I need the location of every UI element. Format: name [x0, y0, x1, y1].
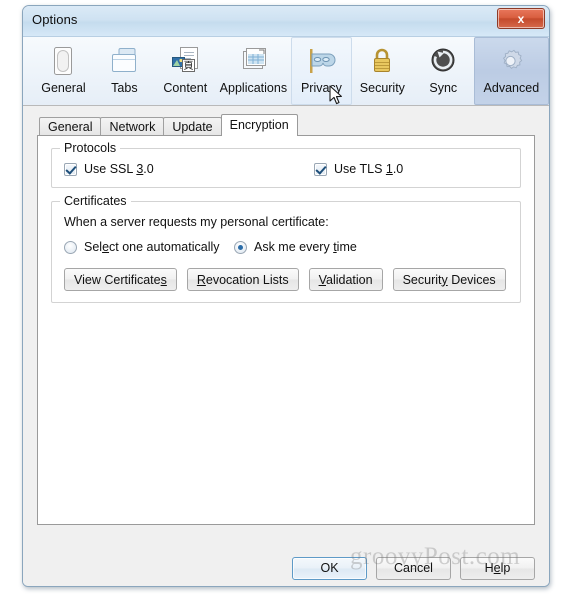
- use-tls-label-suffix: .0: [392, 162, 404, 176]
- btn3-suffix: Devices: [447, 272, 496, 287]
- tabs-icon: [109, 43, 139, 79]
- help-prefix: H: [484, 561, 494, 575]
- security-devices-button[interactable]: Security Devices: [392, 268, 506, 291]
- gear-icon: [495, 43, 527, 79]
- tab-update[interactable]: Update: [163, 117, 222, 135]
- use-ssl-label: Use SSL 3.0: [84, 162, 154, 176]
- btn2-suffix: alidation: [326, 272, 373, 287]
- privacy-mask-icon: [305, 43, 337, 79]
- btn3-prefix: Securit: [402, 272, 442, 287]
- tab-encryption[interactable]: Encryption: [220, 114, 298, 136]
- revocation-lists-button[interactable]: Revocation Lists: [186, 268, 299, 291]
- btn1-suffix: evocation Lists: [205, 272, 289, 287]
- sync-icon: [428, 43, 458, 79]
- toolbar-item-label: Advanced: [483, 81, 540, 95]
- window-title: Options: [32, 12, 78, 27]
- toolbar-item-label: Privacy: [300, 81, 342, 95]
- btn2-accel: V: [318, 272, 326, 287]
- protocols-legend: Protocols: [60, 141, 121, 155]
- use-tls-checkbox[interactable]: Use TLS 1.0: [314, 162, 403, 176]
- toolbar-item-label: Security: [359, 81, 405, 95]
- radio-dot: [234, 240, 247, 254]
- ok-button[interactable]: OK: [292, 556, 367, 580]
- use-ssl-label-suffix: .0: [143, 162, 154, 176]
- btn0-accel: s: [160, 272, 167, 287]
- toolbar-item-label: General: [41, 81, 86, 95]
- help-suffix: lp: [500, 561, 511, 575]
- btn1-accel: R: [196, 272, 206, 287]
- validation-button[interactable]: Validation: [308, 268, 383, 291]
- toolbar-item-general[interactable]: General: [33, 37, 94, 105]
- btn0-prefix: View Certificate: [74, 272, 161, 287]
- toolbar-item-label: Tabs: [111, 81, 138, 95]
- encryption-tabstrip: General Network Update Encryption: [37, 114, 535, 136]
- options-toolbar: General Tabs 頁 Content Applications Priv…: [23, 37, 549, 106]
- radio0-prefix: Sel: [84, 240, 103, 254]
- options-window: Options x General Tabs 頁 Content Applica…: [22, 5, 550, 587]
- radio0-suffix: ct one automatically: [109, 240, 220, 254]
- window-titlebar: Options x: [23, 6, 549, 37]
- use-tls-accel: 1: [385, 162, 393, 176]
- use-ssl-checkbox[interactable]: Use SSL 3.0: [64, 162, 314, 176]
- help-accel: e: [493, 561, 501, 575]
- radio0-accel: e: [102, 240, 110, 254]
- general-icon: [50, 43, 76, 79]
- radio1-prefix: Ask me every: [254, 240, 334, 254]
- help-button[interactable]: Help: [460, 556, 535, 580]
- certificates-group: Certificates When a server requests my p…: [51, 194, 521, 303]
- encryption-panel: Protocols Use SSL 3.0 Use TLS 1.0 Certif…: [37, 135, 535, 525]
- radio1-suffix: ime: [336, 240, 357, 254]
- protocols-group: Protocols Use SSL 3.0 Use TLS 1.0: [51, 141, 521, 188]
- dialog-footer: OK Cancel Help: [23, 549, 549, 586]
- content-icon: 頁: [169, 43, 201, 79]
- tab-network[interactable]: Network: [100, 117, 165, 135]
- applications-icon: [237, 43, 269, 79]
- protocols-row: Use SSL 3.0 Use TLS 1.0: [64, 162, 508, 176]
- certificates-legend: Certificates: [60, 194, 131, 208]
- toolbar-item-label: Sync: [429, 81, 458, 95]
- options-body: General Network Update Encryption Protoc…: [23, 106, 549, 549]
- toolbar-item-content[interactable]: 頁 Content: [155, 37, 216, 105]
- checkbox-box: [64, 162, 77, 176]
- use-tls-label-prefix: Use TLS: [334, 162, 386, 176]
- svg-text:頁: 頁: [184, 60, 194, 72]
- radio-select-automatically[interactable]: Select one automatically: [64, 240, 234, 254]
- padlock-icon: [368, 43, 396, 79]
- certificate-buttons-row: View Certificates Revocation Lists Valid…: [64, 268, 508, 291]
- radio-ask-every-time-label: Ask me every time: [254, 240, 357, 254]
- certificate-prompt: When a server requests my personal certi…: [64, 215, 329, 229]
- radio-ask-every-time[interactable]: Ask me every time: [234, 240, 357, 254]
- checkbox-box: [314, 162, 327, 176]
- use-tls-label: Use TLS 1.0: [334, 162, 403, 176]
- toolbar-item-applications[interactable]: Applications: [216, 37, 291, 105]
- certificate-radio-row: Select one automatically Ask me every ti…: [64, 240, 508, 254]
- toolbar-item-security[interactable]: Security: [352, 37, 413, 105]
- screenshot-root: Options x General Tabs 頁 Content Applica…: [0, 0, 563, 600]
- radio-dot: [64, 240, 77, 254]
- view-certificates-button[interactable]: View Certificates: [64, 268, 177, 291]
- cancel-button[interactable]: Cancel: [376, 556, 451, 580]
- use-ssl-label-prefix: Use SSL: [84, 162, 137, 176]
- toolbar-item-advanced[interactable]: Advanced: [473, 37, 549, 105]
- toolbar-item-label: Content: [163, 81, 208, 95]
- toolbar-item-label: Applications: [219, 81, 288, 95]
- tab-general[interactable]: General: [39, 117, 102, 135]
- toolbar-item-sync[interactable]: Sync: [413, 37, 474, 105]
- toolbar-item-tabs[interactable]: Tabs: [94, 37, 155, 105]
- close-icon[interactable]: x: [497, 8, 545, 29]
- radio-select-automatically-label: Select one automatically: [84, 240, 220, 254]
- toolbar-item-privacy[interactable]: Privacy: [290, 37, 352, 105]
